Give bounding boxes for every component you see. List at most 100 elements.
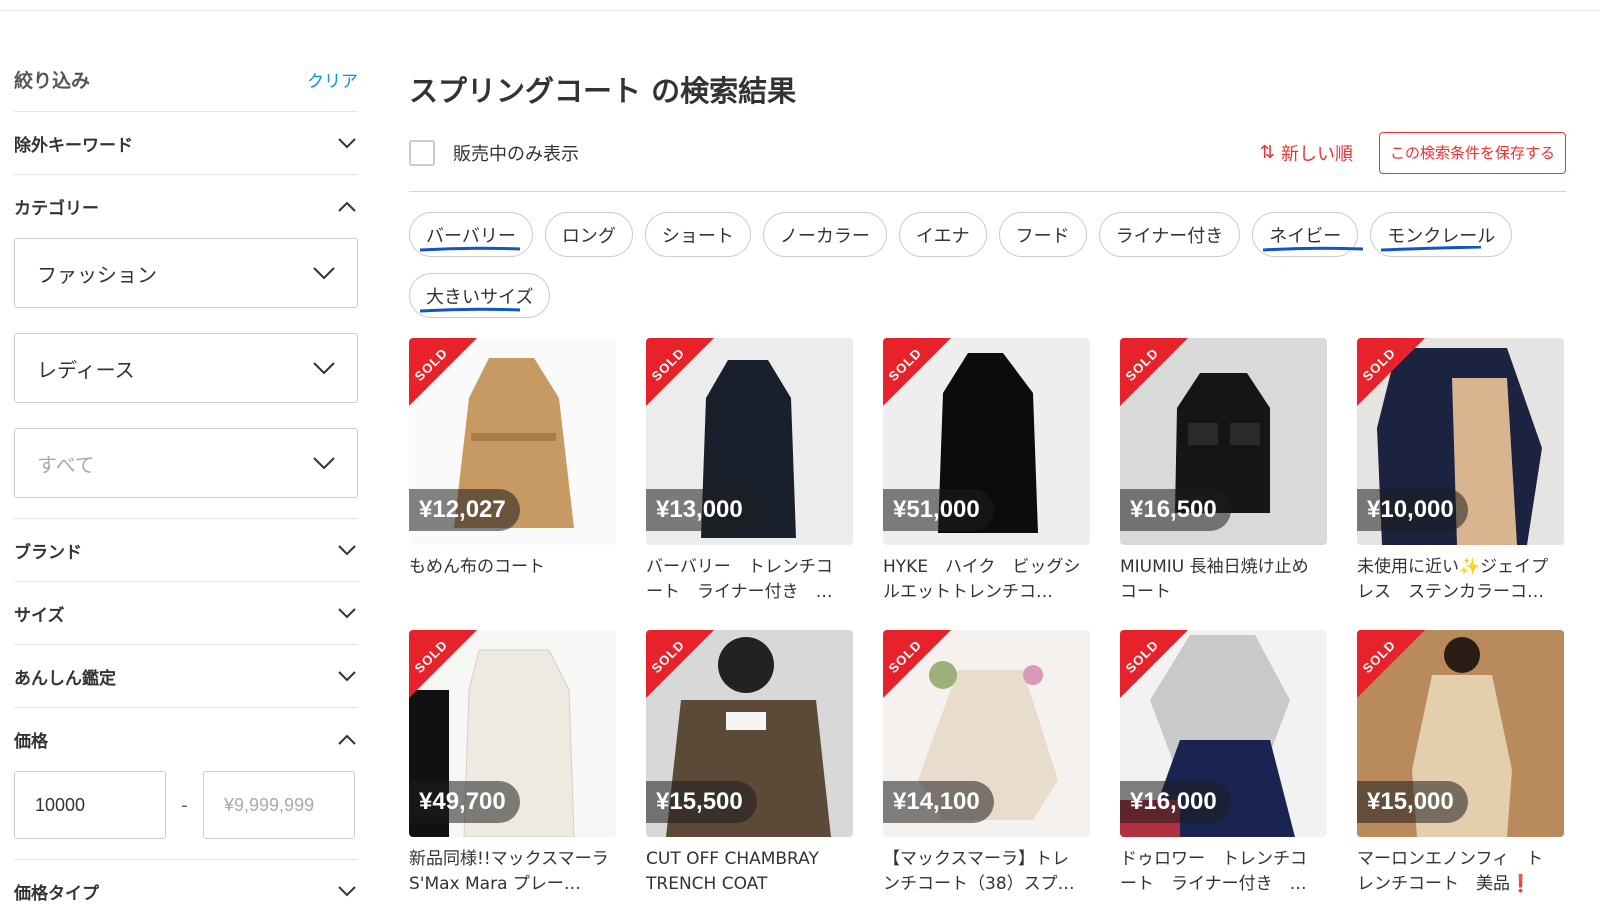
item-card[interactable]: SOLD ¥12,027 もめん布のコート bbox=[409, 338, 616, 630]
price-min-input[interactable]: 10000 bbox=[14, 771, 166, 839]
chip-with-liner[interactable]: ライナー付き bbox=[1098, 212, 1241, 257]
item-card[interactable]: SOLD ¥15,500 CUT OFF CHAMBRAY TRENCH COA… bbox=[646, 630, 853, 911]
item-name[interactable]: CUT OFF CHAMBRAY TRENCH COAT bbox=[646, 847, 846, 897]
filter-header: 絞り込み クリア bbox=[14, 48, 358, 112]
category-select-1[interactable]: ファッション bbox=[14, 238, 358, 308]
price-badge: ¥10,000 bbox=[1357, 489, 1468, 531]
chevron-down-icon bbox=[336, 880, 358, 902]
price-max-input[interactable]: ¥9,999,999 bbox=[203, 771, 355, 839]
section-label: 除外キーワード bbox=[14, 135, 133, 156]
section-label: 価格 bbox=[14, 732, 48, 752]
chip-short[interactable]: ショート bbox=[644, 212, 751, 257]
category-section[interactable]: カテゴリー bbox=[14, 175, 358, 238]
onsale-label: 販売中のみ表示 bbox=[453, 143, 579, 165]
item-name[interactable]: マーロンエノンフィ トレンチコート 美品❗ bbox=[1357, 847, 1557, 897]
item-grid: SOLD ¥12,027 もめん布のコート SOLD ¥13,000 バーバリー… bbox=[409, 338, 1566, 911]
category-select-3[interactable]: すべて bbox=[14, 428, 358, 498]
price-badge: ¥49,700 bbox=[409, 781, 520, 823]
item-thumbnail[interactable]: SOLD ¥51,000 bbox=[883, 338, 1090, 545]
size-section[interactable]: サイズ bbox=[14, 582, 358, 645]
select-value: ファッション bbox=[37, 262, 157, 287]
item-card[interactable]: SOLD ¥16,500 MIUMIU 長袖日焼け止めコート bbox=[1120, 338, 1327, 630]
item-thumbnail[interactable]: SOLD ¥15,500 bbox=[646, 630, 853, 837]
sort-dropdown[interactable]: ⇅ 新しい順 bbox=[1260, 140, 1353, 166]
chevron-down-icon bbox=[313, 262, 335, 284]
item-name[interactable]: もめん布のコート bbox=[409, 555, 609, 605]
section-label: ブランド bbox=[14, 542, 82, 563]
select-value: レディース bbox=[37, 357, 135, 382]
annotation-underline bbox=[1381, 246, 1482, 252]
item-name[interactable]: MIUMIU 長袖日焼け止めコート bbox=[1120, 555, 1320, 605]
item-name[interactable]: 新品同様!!マックスマーラ S'Max Mara プレー… bbox=[409, 847, 609, 897]
section-label: 価格タイプ bbox=[14, 883, 99, 904]
chip-label: ネイビー bbox=[1269, 225, 1342, 247]
item-name[interactable]: ドゥロワー トレンチコート ライナー付き … bbox=[1120, 847, 1320, 897]
item-thumbnail[interactable]: SOLD ¥13,000 bbox=[646, 338, 853, 545]
item-card[interactable]: SOLD ¥13,000 バーバリー トレンチコート ライナー付き … bbox=[646, 338, 853, 630]
chip-moncler[interactable]: モンクレール bbox=[1370, 212, 1513, 257]
chip-label: ショート bbox=[661, 225, 734, 247]
onsale-filter[interactable]: 販売中のみ表示 bbox=[409, 139, 579, 166]
chip-label: バーバリー bbox=[426, 225, 516, 247]
chevron-up-icon bbox=[336, 196, 358, 218]
brand-section[interactable]: ブランド bbox=[14, 519, 358, 582]
toolbar-actions: ⇅ 新しい順 この検索条件を保存する bbox=[1260, 131, 1566, 174]
item-thumbnail[interactable]: SOLD ¥10,000 bbox=[1357, 338, 1564, 545]
clear-filters-link[interactable]: クリア bbox=[307, 67, 358, 92]
chip-iena[interactable]: イエナ bbox=[898, 212, 987, 257]
item-name[interactable]: HYKE ハイク ビッグシルエットトレンチコ… bbox=[883, 555, 1083, 605]
exclude-keyword-section[interactable]: 除外キーワード bbox=[14, 112, 358, 175]
chevron-down-icon bbox=[336, 665, 358, 687]
chevron-down-icon bbox=[336, 539, 358, 561]
price-badge: ¥51,000 bbox=[883, 489, 994, 531]
chip-hood[interactable]: フード bbox=[998, 212, 1087, 257]
item-thumbnail[interactable]: SOLD ¥49,700 bbox=[409, 630, 616, 837]
results-toolbar: 販売中のみ表示 ⇅ 新しい順 この検索条件を保存する bbox=[409, 122, 1566, 192]
page-title: スプリングコート の検索結果 bbox=[409, 74, 797, 108]
item-name[interactable]: バーバリー トレンチコート ライナー付き … bbox=[646, 555, 846, 605]
item-card[interactable]: SOLD ¥15,000 マーロンエノンフィ トレンチコート 美品❗ bbox=[1357, 630, 1564, 911]
chevron-down-icon bbox=[336, 132, 358, 154]
price-dash: - bbox=[181, 794, 188, 816]
price-badge: ¥13,000 bbox=[646, 489, 757, 531]
price-type-section[interactable]: 価格タイプ bbox=[14, 860, 358, 911]
chip-large-size[interactable]: 大きいサイズ bbox=[409, 273, 551, 318]
chip-label: フード bbox=[1015, 225, 1070, 247]
item-thumbnail[interactable]: SOLD ¥14,100 bbox=[883, 630, 1090, 837]
onsale-checkbox[interactable] bbox=[409, 139, 435, 166]
filter-title: 絞り込み bbox=[14, 70, 91, 92]
chip-burberry[interactable]: バーバリー bbox=[409, 212, 533, 257]
chevron-down-icon bbox=[313, 452, 335, 474]
item-thumbnail[interactable]: SOLD ¥16,500 bbox=[1120, 338, 1327, 545]
chip-navy[interactable]: ネイビー bbox=[1252, 212, 1364, 257]
item-thumbnail[interactable]: SOLD ¥12,027 bbox=[409, 338, 616, 545]
top-divider bbox=[0, 10, 1600, 11]
chip-label: 大きいサイズ bbox=[426, 286, 534, 308]
item-card[interactable]: SOLD ¥10,000 未使用に近い✨ジェイプレス ステンカラーコ… bbox=[1357, 338, 1564, 630]
item-thumbnail[interactable]: SOLD ¥15,000 bbox=[1357, 630, 1564, 837]
item-card[interactable]: SOLD ¥49,700 新品同様!!マックスマーラ S'Max Mara プレ… bbox=[409, 630, 616, 911]
chip-label: モンクレール bbox=[1387, 225, 1496, 247]
section-label: サイズ bbox=[14, 605, 65, 626]
chip-no-collar[interactable]: ノーカラー bbox=[762, 212, 887, 257]
filter-sidebar: 絞り込み クリア 除外キーワード カテゴリー ファッション レディース すべて … bbox=[14, 48, 358, 911]
category-selects: ファッション レディース すべて bbox=[14, 238, 358, 519]
item-name[interactable]: 【マックスマーラ】トレンチコート（38）スプ… bbox=[883, 847, 1083, 897]
save-search-button[interactable]: この検索条件を保存する bbox=[1378, 131, 1566, 174]
suggested-keyword-chips: バーバリー ロング ショート ノーカラー イエナ フード ライナー付き ネイビー… bbox=[409, 212, 1529, 334]
price-badge: ¥15,500 bbox=[646, 781, 757, 823]
chip-label: ライナー付き bbox=[1115, 225, 1224, 247]
authentication-section[interactable]: あんしん鑑定 bbox=[14, 645, 358, 708]
item-thumbnail[interactable]: SOLD ¥16,000 bbox=[1120, 630, 1327, 837]
category-select-2[interactable]: レディース bbox=[14, 333, 358, 403]
item-card[interactable]: SOLD ¥16,000 ドゥロワー トレンチコート ライナー付き … bbox=[1120, 630, 1327, 911]
price-badge: ¥12,027 bbox=[409, 489, 520, 531]
chip-long[interactable]: ロング bbox=[544, 212, 633, 257]
sort-icon: ⇅ bbox=[1259, 142, 1275, 163]
item-card[interactable]: SOLD ¥51,000 HYKE ハイク ビッグシルエットトレンチコ… bbox=[883, 338, 1090, 630]
item-name[interactable]: 未使用に近い✨ジェイプレス ステンカラーコ… bbox=[1357, 555, 1557, 605]
price-section[interactable]: 価格 bbox=[14, 708, 358, 771]
chevron-up-icon bbox=[336, 729, 358, 751]
item-card[interactable]: SOLD ¥14,100 【マックスマーラ】トレンチコート（38）スプ… bbox=[883, 630, 1090, 911]
annotation-underline bbox=[420, 307, 520, 313]
